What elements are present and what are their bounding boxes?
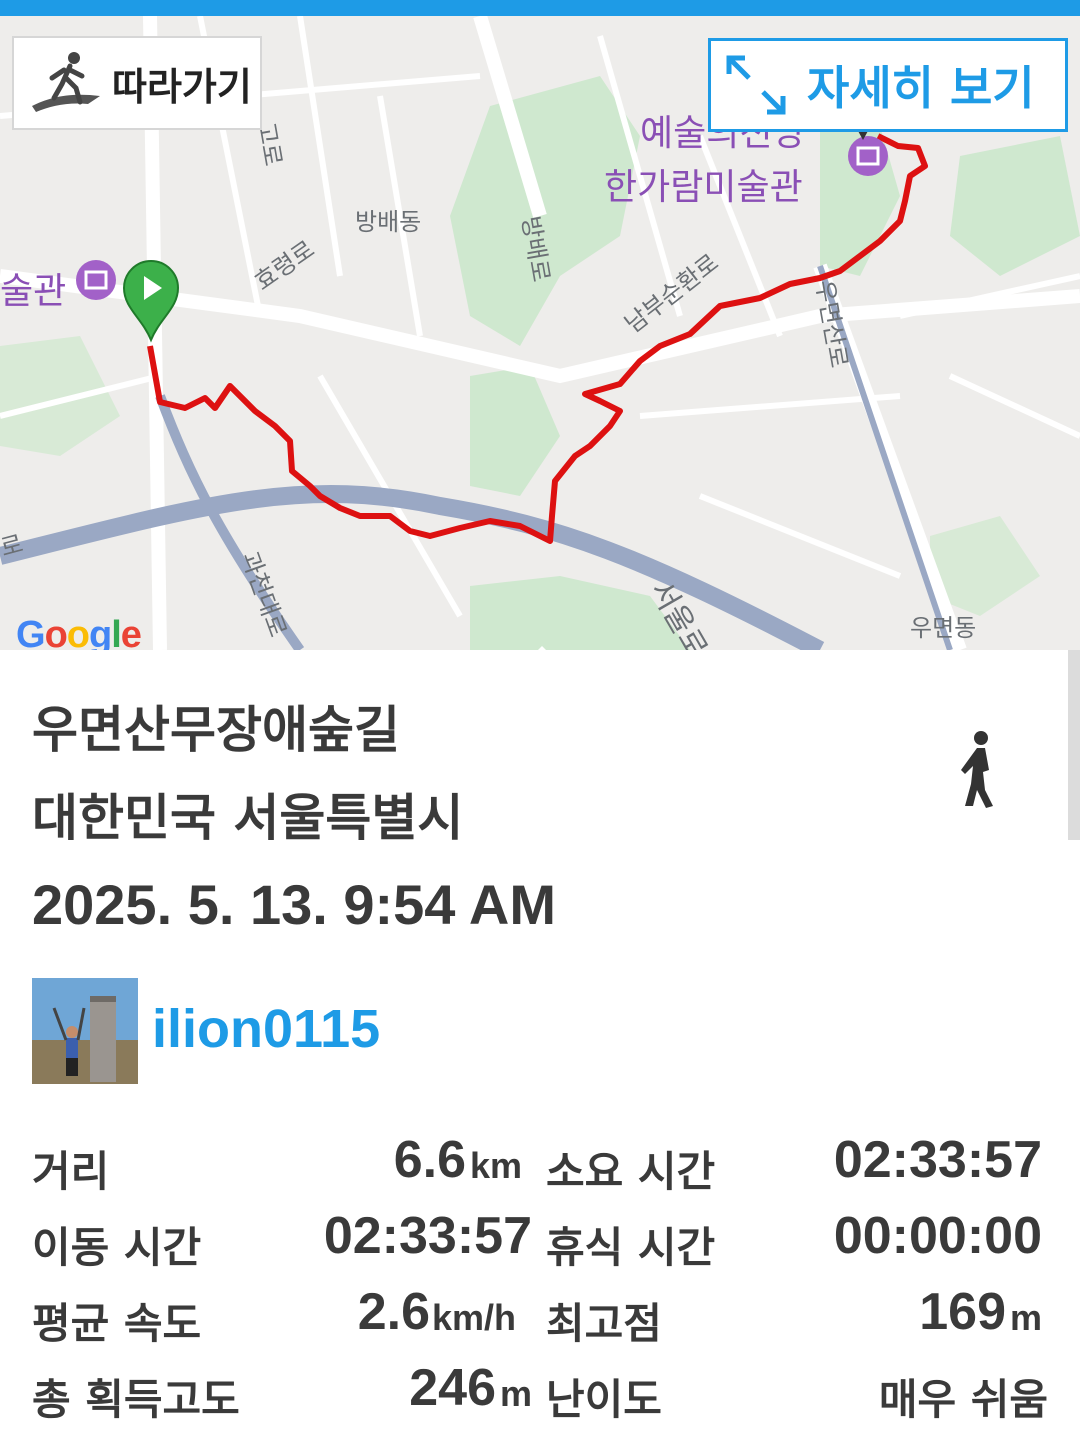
max-altitude-label: 최고점: [546, 1299, 662, 1348]
trip-location: 대한민국 서울특별시: [32, 789, 464, 847]
moving-time-value: 02:33:57: [323, 1207, 532, 1265]
elevation-gain-label: 총 획득고도: [32, 1375, 240, 1424]
poi-label-museum: 술관: [0, 271, 67, 312]
avg-speed-unit: km/h: [432, 1297, 517, 1338]
map-label-bangbaedong: 방배동: [355, 208, 422, 236]
scrollbar[interactable]: [1068, 650, 1080, 840]
difficulty-value: 매우 쉬움: [878, 1375, 1048, 1424]
rest-time-value: 00:00:00: [833, 1207, 1042, 1265]
walking-person-icon: [961, 731, 993, 808]
trip-datetime: 2025. 5. 13. 9:54 AM: [32, 873, 557, 936]
museum-poi-icon[interactable]: [74, 258, 118, 302]
map-label-umyeondong: 우면동: [910, 614, 977, 642]
expand-icon: [726, 55, 786, 115]
total-time-label: 소요 시간: [546, 1147, 716, 1196]
moving-time-label: 이동 시간: [32, 1223, 202, 1272]
difficulty-label: 난이도: [546, 1375, 662, 1424]
follow-button[interactable]: 따라가기: [12, 36, 262, 130]
google-logo: Google: [16, 614, 142, 650]
distance-unit: km: [470, 1145, 523, 1186]
avg-speed-label: 평균 속도: [32, 1299, 202, 1348]
total-time-value: 02:33:57: [833, 1131, 1042, 1189]
view-details-label: 자세히 보기: [807, 61, 1035, 115]
start-marker-icon[interactable]: [120, 256, 182, 344]
distance-value: 6.6: [393, 1131, 466, 1189]
elevation-gain-unit: m: [500, 1373, 533, 1414]
avg-speed-value: 2.6: [357, 1283, 430, 1341]
username[interactable]: ilion0115: [152, 998, 380, 1060]
view-details-button[interactable]: 자세히 보기: [708, 38, 1068, 132]
distance-label: 거리: [32, 1147, 110, 1196]
follow-label: 따라가기: [112, 64, 252, 109]
trip-title: 우면산무장애숲길: [32, 701, 400, 759]
max-altitude-value: 169: [919, 1283, 1006, 1341]
elevation-gain-value: 246: [409, 1359, 496, 1417]
poi-label-hangaram: 한가람미술관: [604, 167, 803, 208]
top-accent-bar: [0, 0, 1080, 16]
rest-time-label: 휴식 시간: [546, 1223, 716, 1272]
map-pointer-notch: [520, 646, 564, 650]
route-map[interactable]: 예술의전당 한가람미술관 술관 방배동 방배로 효령로 남부순환로 우면산로 과…: [0, 16, 1080, 650]
user-avatar[interactable]: [32, 978, 138, 1084]
hiker-icon: [32, 52, 100, 112]
max-altitude-unit: m: [1010, 1297, 1043, 1338]
arts-center-poi-icon[interactable]: [846, 134, 890, 178]
